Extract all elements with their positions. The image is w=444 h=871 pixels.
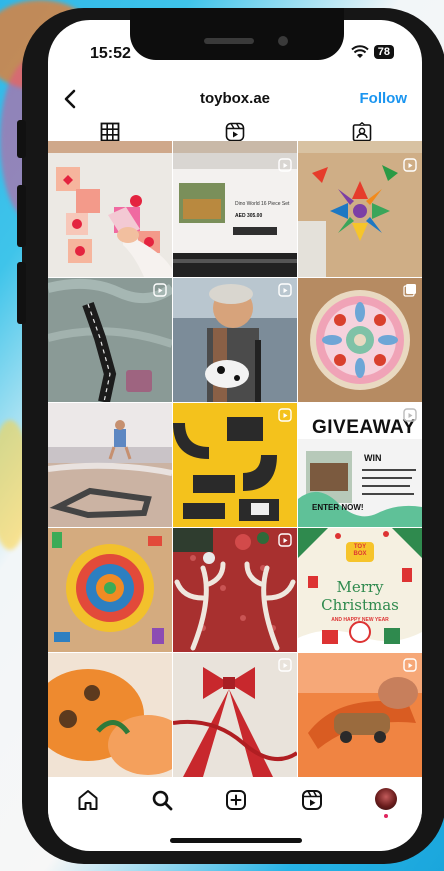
profile-header: toybox.ae Follow (48, 78, 422, 122)
notification-dot (384, 814, 388, 818)
home-icon[interactable] (76, 788, 100, 812)
post-thumbnail[interactable] (48, 528, 172, 652)
phone-side-button (17, 185, 26, 247)
hearts-tiles-image (56, 167, 172, 277)
reels-icon[interactable] (225, 122, 245, 142)
post-thumbnail[interactable] (173, 653, 297, 777)
product-title: Dino World 16 Piece Set (235, 201, 290, 207)
post-thumbnail[interactable] (48, 653, 172, 777)
wifi-icon (351, 45, 369, 58)
front-camera (278, 36, 288, 46)
reel-indicator-icon (403, 408, 417, 422)
phone-screen: 15:52 78 toybox.ae Follow Dino World 16 … (48, 20, 422, 851)
tagged-icon[interactable] (352, 122, 372, 142)
post-thumbnail[interactable] (298, 653, 422, 777)
logo-text-top: TOY (353, 544, 367, 550)
greeting-subtitle: AND HAPPY NEW YEAR (331, 617, 389, 623)
post-thumbnail[interactable] (298, 278, 422, 402)
post-thumbnail-partial[interactable] (298, 141, 422, 153)
reel-indicator-icon (278, 408, 292, 422)
post-thumbnail[interactable] (48, 153, 172, 277)
carousel-indicator-icon (403, 284, 416, 297)
home-indicator (170, 838, 302, 843)
phone-side-button (17, 262, 26, 324)
giveaway-title: GIVEAWAY (312, 417, 416, 438)
reel-indicator-icon (278, 283, 292, 297)
bottom-navigation (48, 780, 422, 822)
greeting-line-1: Merry (336, 578, 384, 596)
reels-icon[interactable] (300, 788, 324, 812)
post-thumbnail[interactable]: GIVEAWAY WIN ENTER NOW! (298, 403, 422, 527)
post-thumbnail[interactable]: Dino World 16 Piece Set AED 305.00 (173, 153, 297, 277)
phone-notch (130, 8, 344, 60)
enter-now-label: ENTER NOW! (312, 503, 364, 512)
post-thumbnail[interactable] (48, 278, 172, 402)
child-on-beach-image (48, 403, 172, 527)
post-thumbnail[interactable] (48, 403, 172, 527)
status-time: 15:52 (90, 45, 131, 62)
grid-icon[interactable] (100, 122, 120, 142)
post-thumbnail-partial[interactable] (48, 141, 172, 153)
greeting-line-2: Christmas (321, 596, 399, 614)
reel-indicator-icon (278, 158, 292, 172)
product-price: AED 305.00 (235, 213, 263, 219)
create-icon[interactable] (224, 788, 248, 812)
follow-button[interactable]: Follow (360, 90, 408, 107)
post-thumbnail[interactable] (298, 153, 422, 277)
post-thumbnail[interactable] (173, 403, 297, 527)
reel-indicator-icon (403, 658, 417, 672)
logo-text-bottom: BOX (353, 551, 367, 557)
reel-indicator-icon (278, 658, 292, 672)
search-icon[interactable] (150, 788, 174, 812)
post-thumbnail-partial[interactable] (173, 141, 297, 153)
speaker-grille (204, 38, 254, 44)
reel-indicator-icon (153, 283, 167, 297)
post-thumbnail[interactable]: TOY BOX Merry Christmas AND HAPPY NEW YEA… (298, 528, 422, 652)
reel-indicator-icon (403, 158, 417, 172)
reel-indicator-icon (278, 533, 292, 547)
profile-avatar[interactable] (375, 788, 397, 810)
colorful-mandala-blocks-image (48, 528, 172, 652)
battery-indicator: 78 (373, 45, 394, 59)
phone-side-button (17, 120, 26, 158)
post-thumbnail[interactable] (173, 278, 297, 402)
post-thumbnail[interactable] (173, 528, 297, 652)
pumpkin-image (48, 653, 172, 777)
status-indicators: 78 (351, 45, 394, 59)
giveaway-tag: WIN (364, 453, 382, 463)
toybox-logo: TOY BOX (298, 544, 422, 558)
